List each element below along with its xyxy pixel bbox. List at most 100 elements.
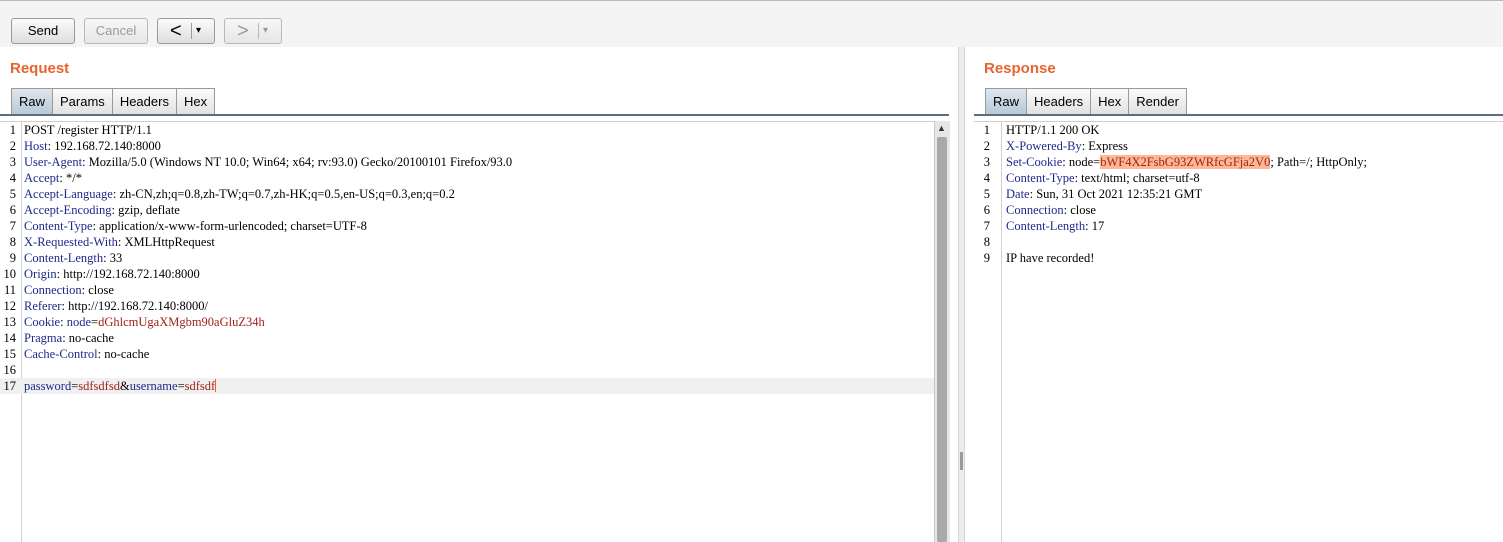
param-value: dGhlcmUgaXMgbm90aGluZ34h: [98, 315, 265, 329]
chevron-down-icon[interactable]: ▾: [196, 19, 201, 43]
cancel-button[interactable]: Cancel: [84, 18, 148, 44]
button-separator: [258, 23, 259, 39]
code-line: 16: [0, 362, 934, 378]
text-segment: : http://192.168.72.140:8000: [56, 267, 200, 281]
line-number: 12: [3, 299, 17, 313]
response-editor[interactable]: 1 HTTP/1.1 200 OK 2 X-Powered-By: Express 3 S…: [974, 121, 1503, 542]
code-line: 15 Cache-Control: no-cache: [0, 346, 934, 362]
request-tab-headers[interactable]: Headers: [111, 88, 177, 114]
chevron-right-icon: >: [237, 20, 249, 42]
request-editor[interactable]: 1 POST /register HTTP/1.1 2 Host: 192.168.7…: [0, 121, 934, 542]
code-line: 5 Accept-Language: zh-CN,zh;q=0.8,zh-TW;q…: [0, 186, 934, 202]
text-segment: : zh-CN,zh;q=0.8,zh-TW;q=0.7,zh-HK;q=0.5…: [112, 187, 455, 201]
text-segment: &: [119, 379, 130, 393]
header-name: Pragma: [24, 331, 63, 345]
code-line: 12 Referer: http://192.168.72.140:8000/: [0, 298, 934, 314]
text-caret: [215, 379, 217, 392]
response-tab-underline: [974, 114, 1503, 116]
line-number: 4: [983, 171, 990, 185]
line-number: 3: [983, 155, 990, 169]
text-segment: : no-cache: [97, 347, 150, 361]
pane-splitter[interactable]: [958, 47, 965, 542]
code-line: 4 Content-Type: text/html; charset=utf-8: [974, 170, 1503, 186]
response-tab-hex[interactable]: Hex: [1090, 88, 1130, 114]
text-segment: : Mozilla/5.0 (Windows NT 10.0; Win64; x…: [82, 155, 513, 169]
header-name: Content-Type: [1006, 171, 1075, 185]
header-name: node: [66, 315, 92, 329]
code-line: 8 X-Requested-With: XMLHttpRequest: [0, 234, 934, 250]
send-button[interactable]: Send: [11, 18, 75, 44]
text-segment: ; Path=/; HttpOnly;: [1270, 155, 1367, 169]
line-text: Content-Type: application/x-www-form-url…: [24, 218, 367, 234]
line-number: 1: [983, 123, 990, 137]
code-line: 9 IP have recorded!: [974, 250, 1503, 266]
header-name: Connection: [24, 283, 82, 297]
response-lines: 1 HTTP/1.1 200 OK 2 X-Powered-By: Express 3 S…: [974, 122, 1503, 266]
forward-history-button[interactable]: > ▾: [224, 18, 282, 44]
header-name: Cache-Control: [24, 347, 98, 361]
line-number: 5: [983, 187, 990, 201]
code-line: 4 Accept: */*: [0, 170, 934, 186]
line-text: Set-Cookie: node=bWF4X2FsbG93ZWRfcGFja2V…: [1006, 154, 1367, 170]
toolbar: Send Cancel < ▾ > ▾: [0, 1, 1503, 47]
request-tabs: Raw Params Headers Hex: [11, 88, 216, 114]
code-line: 1 HTTP/1.1 200 OK: [974, 122, 1503, 138]
line-text: Origin: http://192.168.72.140:8000: [24, 266, 200, 282]
line-number: 9: [9, 251, 16, 265]
header-name: username: [129, 379, 178, 393]
code-line: 17 password=sdfsdfsd&username=sdfsdf: [0, 378, 934, 394]
line-number: 3: [9, 155, 16, 169]
line-number: 10: [3, 267, 17, 281]
back-history-button[interactable]: < ▾: [157, 18, 215, 44]
request-tab-params[interactable]: Params: [52, 88, 113, 114]
line-text: POST /register HTTP/1.1: [24, 122, 152, 138]
code-line: 2 X-Powered-By: Express: [974, 138, 1503, 154]
line-number: 16: [3, 363, 17, 377]
request-scrollbar[interactable]: ▲: [934, 121, 950, 542]
code-line: 10 Origin: http://192.168.72.140:8000: [0, 266, 934, 282]
line-text: Content-Length: 17: [1006, 218, 1104, 234]
code-line: 13 Cookie: node=dGhlcmUgaXMgbm90aGluZ34h: [0, 314, 934, 330]
header-name: Host: [24, 139, 48, 153]
response-tab-render[interactable]: Render: [1128, 88, 1187, 114]
text-segment: IP have recorded!: [1006, 251, 1095, 265]
header-name: Origin: [24, 267, 57, 281]
line-number: 13: [3, 315, 17, 329]
header-name: User-Agent: [24, 155, 83, 169]
splitter-grip[interactable]: [960, 452, 963, 470]
text-segment: : gzip, deflate: [111, 203, 180, 217]
scroll-up-arrow-icon[interactable]: ▲: [937, 123, 946, 133]
request-tab-hex[interactable]: Hex: [175, 88, 216, 114]
line-number: 6: [9, 203, 16, 217]
line-number: 15: [3, 347, 17, 361]
line-number: 8: [9, 235, 16, 249]
header-name: Accept-Language: [24, 187, 113, 201]
line-text: Accept-Language: zh-CN,zh;q=0.8,zh-TW;q=…: [24, 186, 455, 202]
text-segment: : close: [1063, 203, 1096, 217]
code-line: 7 Content-Type: application/x-www-form-ur…: [0, 218, 934, 234]
header-name: Content-Type: [24, 219, 93, 233]
line-number: 7: [9, 219, 16, 233]
response-tabs: Raw Headers Hex Render: [985, 88, 1187, 114]
line-text: Host: 192.168.72.140:8000: [24, 138, 161, 154]
code-line: 2 Host: 192.168.72.140:8000: [0, 138, 934, 154]
chevron-down-icon[interactable]: ▾: [263, 19, 268, 43]
code-line: 3 User-Agent: Mozilla/5.0 (Windows NT 10.…: [0, 154, 934, 170]
line-text: IP have recorded!: [1006, 250, 1094, 266]
line-number: 5: [9, 187, 16, 201]
response-tab-headers[interactable]: Headers: [1026, 88, 1092, 114]
response-tab-raw[interactable]: Raw: [985, 88, 1028, 114]
text-segment: =: [177, 379, 185, 393]
request-tab-raw[interactable]: Raw: [11, 88, 54, 114]
request-lines: 1 POST /register HTTP/1.1 2 Host: 192.168.7…: [0, 122, 934, 394]
line-text: Connection: close: [1006, 202, 1096, 218]
code-line: 3 Set-Cookie: node=bWF4X2FsbG93ZWRfcGFja2…: [974, 154, 1503, 170]
header-name: Accept: [24, 171, 60, 185]
code-line: 9 Content-Length: 33: [0, 250, 934, 266]
line-number: 7: [983, 219, 990, 233]
text-segment: : 33: [103, 251, 123, 265]
scrollbar-thumb[interactable]: [937, 137, 947, 542]
header-name: Date: [1006, 187, 1030, 201]
line-text: Accept: */*: [24, 170, 82, 186]
text-segment: : close: [81, 283, 114, 297]
